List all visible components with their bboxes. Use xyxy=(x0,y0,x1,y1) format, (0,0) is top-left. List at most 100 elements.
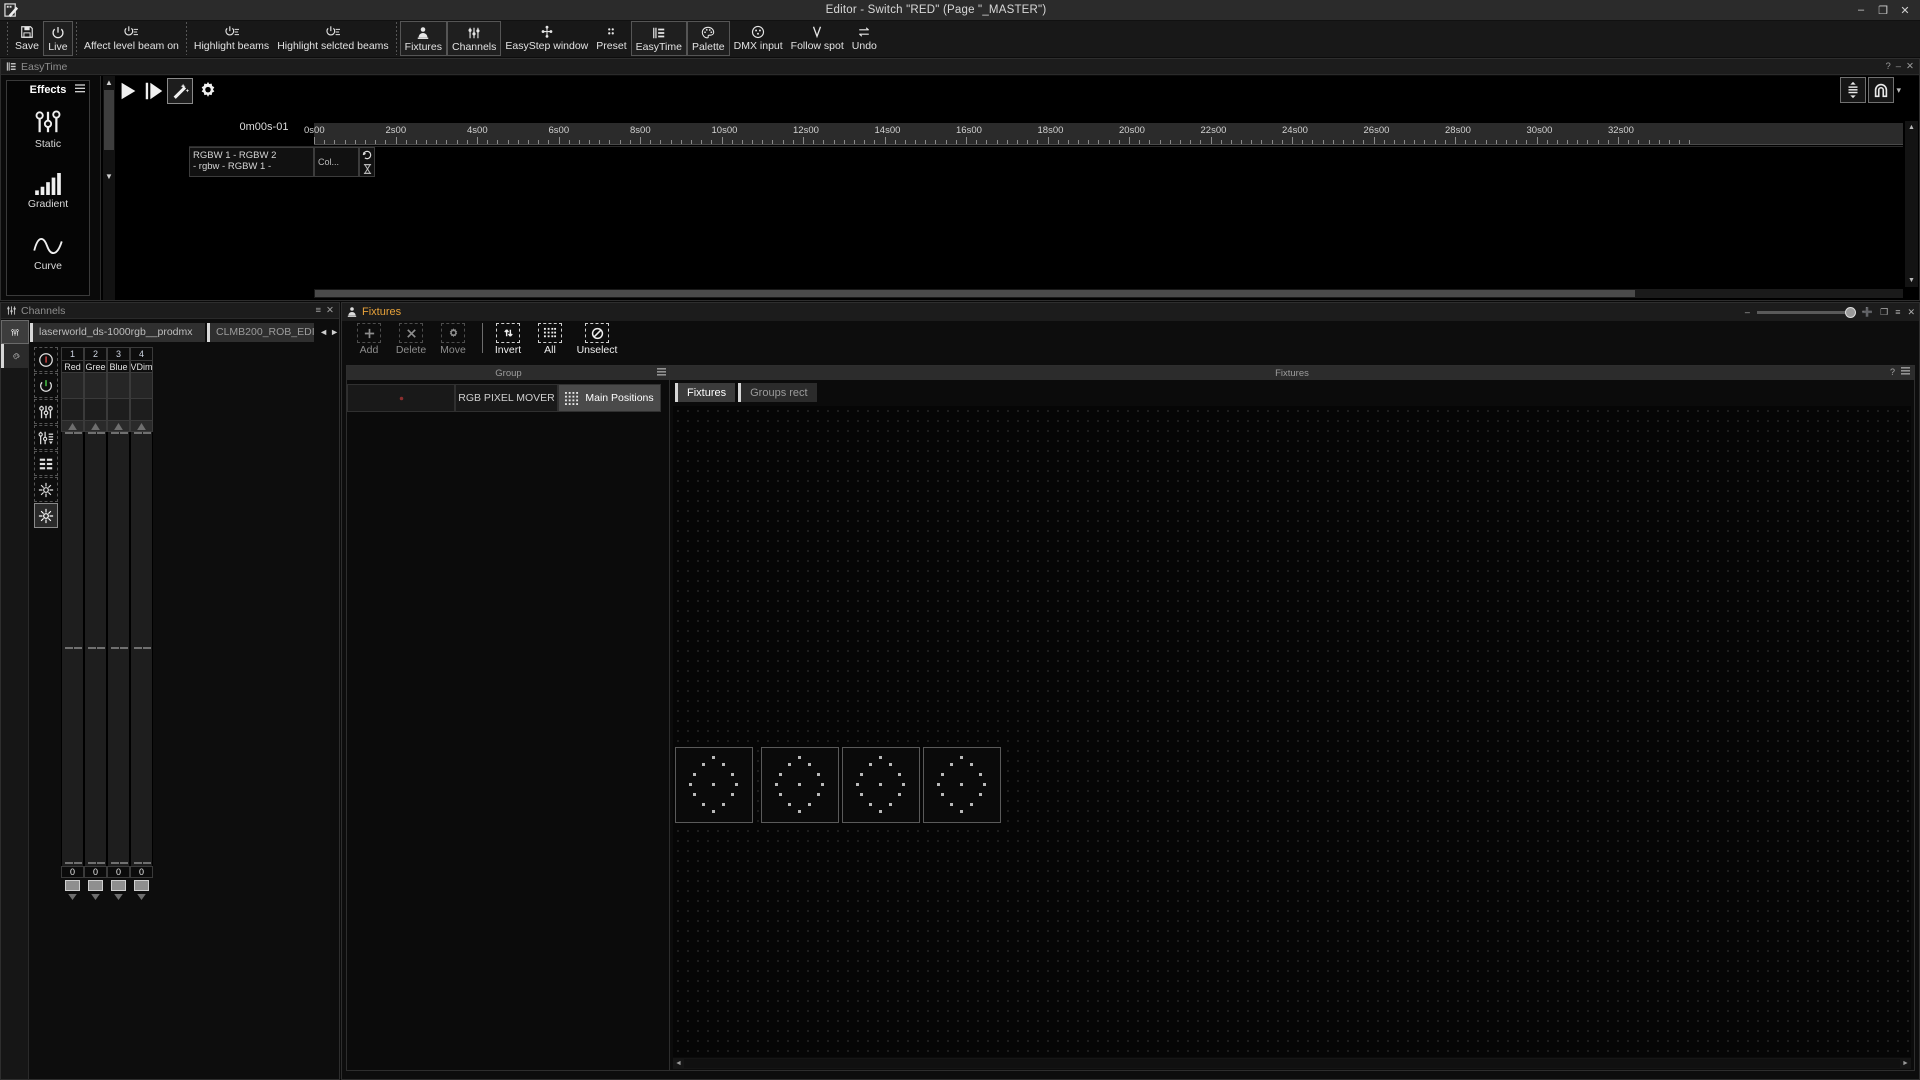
fader-sort-tool[interactable] xyxy=(34,425,58,450)
timeline-hscroll-thumb[interactable] xyxy=(315,290,1635,297)
canvas-scroll-left[interactable]: ◄ xyxy=(673,1060,684,1067)
help-button[interactable]: ? xyxy=(1890,367,1895,377)
channel-up-arrow[interactable] xyxy=(130,421,153,432)
affect-level-beam-on-button[interactable]: Affect level beam on xyxy=(80,21,183,56)
channel-fader-vdim[interactable] xyxy=(130,432,153,866)
fixtures-canvas-scrollbar[interactable]: ◄ ► xyxy=(673,1058,1911,1069)
channel-preset-cell[interactable] xyxy=(61,373,84,399)
channel-up-arrow[interactable] xyxy=(84,421,107,432)
minimize-button[interactable]: – xyxy=(1850,0,1872,20)
magnet-snap-button[interactable] xyxy=(1868,77,1895,103)
tab-prev-icon[interactable]: ◄ xyxy=(319,327,328,337)
fixtures-canvas[interactable] xyxy=(673,406,1911,1057)
channels-tab-clmb200[interactable]: CLMB200_ROB_EDIT xyxy=(207,322,315,342)
dmx-input-button[interactable]: DMX input xyxy=(730,21,787,56)
menu-button[interactable]: ≡ xyxy=(315,305,321,316)
channel-preset-cell[interactable] xyxy=(84,399,107,421)
channels-down-arrow-row[interactable] xyxy=(61,892,153,901)
fixtures-invert-button[interactable]: Invert xyxy=(489,323,527,356)
power-green-tool[interactable] xyxy=(34,373,58,398)
tab-fixtures[interactable]: Fixtures xyxy=(675,383,736,402)
channel-knob[interactable] xyxy=(130,878,153,892)
dimmer-knob-tool[interactable] xyxy=(34,347,58,372)
channels-side-tab-palette[interactable] xyxy=(1,344,29,368)
timeline-grid[interactable]: RGBW 1 - RGBW 2 - rgbw - RGBW 1 - Col... xyxy=(189,146,1903,277)
group-cell-swatch[interactable] xyxy=(347,384,455,412)
easystep-window-button[interactable]: EasyStep window xyxy=(501,21,592,56)
close-button[interactable]: ✕ xyxy=(1894,0,1916,20)
fixture-item-1[interactable] xyxy=(675,747,753,823)
magic-wand-button[interactable] xyxy=(167,78,193,104)
live-button[interactable]: Live xyxy=(42,21,73,56)
timeline-horizontal-scrollbar[interactable] xyxy=(314,289,1903,298)
fixture-item-4[interactable] xyxy=(923,747,1001,823)
effect-item-static[interactable]: Static xyxy=(7,98,89,160)
timeline-track-header[interactable]: RGBW 1 - RGBW 2 - rgbw - RGBW 1 - xyxy=(189,147,314,177)
fixture-item-3[interactable] xyxy=(842,747,920,823)
fixtures-unselect-button[interactable]: Unselect xyxy=(573,323,621,356)
channels-knob-row[interactable] xyxy=(61,878,153,892)
effect-item-gradient[interactable]: Gradient xyxy=(7,160,89,222)
channel-preset-cell[interactable] xyxy=(61,399,84,421)
hamburger-icon[interactable] xyxy=(1901,367,1910,377)
close-button[interactable]: ✕ xyxy=(326,305,334,316)
step-play-button[interactable] xyxy=(143,80,165,102)
channel-knob[interactable] xyxy=(84,878,107,892)
channels-side-tab-faders[interactable] xyxy=(1,320,29,344)
fixtures-button[interactable]: Fixtures xyxy=(399,21,448,56)
channel-down-arrow[interactable] xyxy=(84,892,107,901)
close-button[interactable]: ✕ xyxy=(1907,307,1915,318)
loop-icon[interactable] xyxy=(362,150,373,160)
group-cell-rgb-pixel-mover[interactable]: RGB PIXEL MOVER xyxy=(455,384,558,412)
channel-down-arrow[interactable] xyxy=(107,892,130,901)
fixture-item-2[interactable] xyxy=(761,747,839,823)
channel-up-arrow[interactable] xyxy=(61,421,84,432)
undo-button[interactable]: Undo xyxy=(848,21,881,56)
timeline-vscroll-up[interactable]: ▲ xyxy=(1905,121,1918,134)
effect-item-curve[interactable]: Curve xyxy=(7,222,89,284)
channels-tab-laserworld[interactable]: laserworld_ds-1000rgb__prodmx xyxy=(30,322,205,342)
close-button[interactable]: ✕ xyxy=(1906,61,1914,72)
fader-tool-button[interactable] xyxy=(1840,77,1867,103)
channels-up-arrow-row[interactable] xyxy=(61,421,153,432)
minimize-button[interactable]: – xyxy=(1896,61,1901,72)
highlight-beams-button[interactable]: Highlight beams xyxy=(190,21,273,56)
timeline-ruler[interactable]: 0s00 2s00 4s00 6s00 8s00 10s00 12s00 14s00 16s00… xyxy=(304,123,1903,145)
canvas-scroll-right[interactable]: ► xyxy=(1900,1060,1911,1067)
fixtures-delete-button[interactable]: Delete xyxy=(392,323,430,356)
follow-spot-button[interactable]: Follow spot xyxy=(787,21,848,56)
group-cell-main-positions[interactable]: Main Positions xyxy=(558,384,661,412)
grid-tool[interactable] xyxy=(34,451,58,476)
node-tool[interactable] xyxy=(34,477,58,502)
help-button[interactable]: ? xyxy=(1885,61,1890,72)
hamburger-icon[interactable] xyxy=(75,84,85,93)
menu-button[interactable]: ≡ xyxy=(1895,307,1900,317)
channels-faders[interactable] xyxy=(61,432,153,866)
timeline-track-column[interactable]: Col... xyxy=(314,147,359,177)
settings-button[interactable] xyxy=(197,80,219,102)
highlight-selected-beams-button[interactable]: Highlight selcted beams xyxy=(273,21,392,56)
tab-groups-rect[interactable]: Groups rect xyxy=(738,383,817,402)
channels-button[interactable]: Channels xyxy=(447,21,502,56)
add-button[interactable]: ➕ xyxy=(1862,307,1873,318)
channels-preset-row[interactable] xyxy=(61,373,153,399)
channels-preset-row-2[interactable] xyxy=(61,399,153,421)
link-icon[interactable] xyxy=(363,164,372,174)
effects-scroll-down-arrow[interactable]: ▼ xyxy=(103,170,115,182)
fixtures-move-button[interactable]: Move xyxy=(434,323,472,356)
channel-knob[interactable] xyxy=(107,878,130,892)
channel-preset-cell[interactable] xyxy=(107,373,130,399)
channel-fader-blue[interactable] xyxy=(107,432,130,866)
channel-preset-cell[interactable] xyxy=(84,373,107,399)
channel-preset-cell[interactable] xyxy=(107,399,130,421)
tab-next-icon[interactable]: ► xyxy=(330,327,339,337)
node-settings-tool[interactable] xyxy=(34,503,58,528)
channel-fader-red[interactable] xyxy=(61,432,84,866)
maximize-button[interactable]: ❐ xyxy=(1872,0,1894,20)
fixtures-zoom-slider[interactable] xyxy=(1756,306,1856,318)
palette-button[interactable]: Palette xyxy=(686,21,730,56)
minimize-button[interactable]: – xyxy=(1745,307,1750,317)
channel-knob[interactable] xyxy=(61,878,84,892)
save-button[interactable]: Save xyxy=(11,21,43,56)
canvas-scroll-track[interactable] xyxy=(684,1059,1900,1068)
